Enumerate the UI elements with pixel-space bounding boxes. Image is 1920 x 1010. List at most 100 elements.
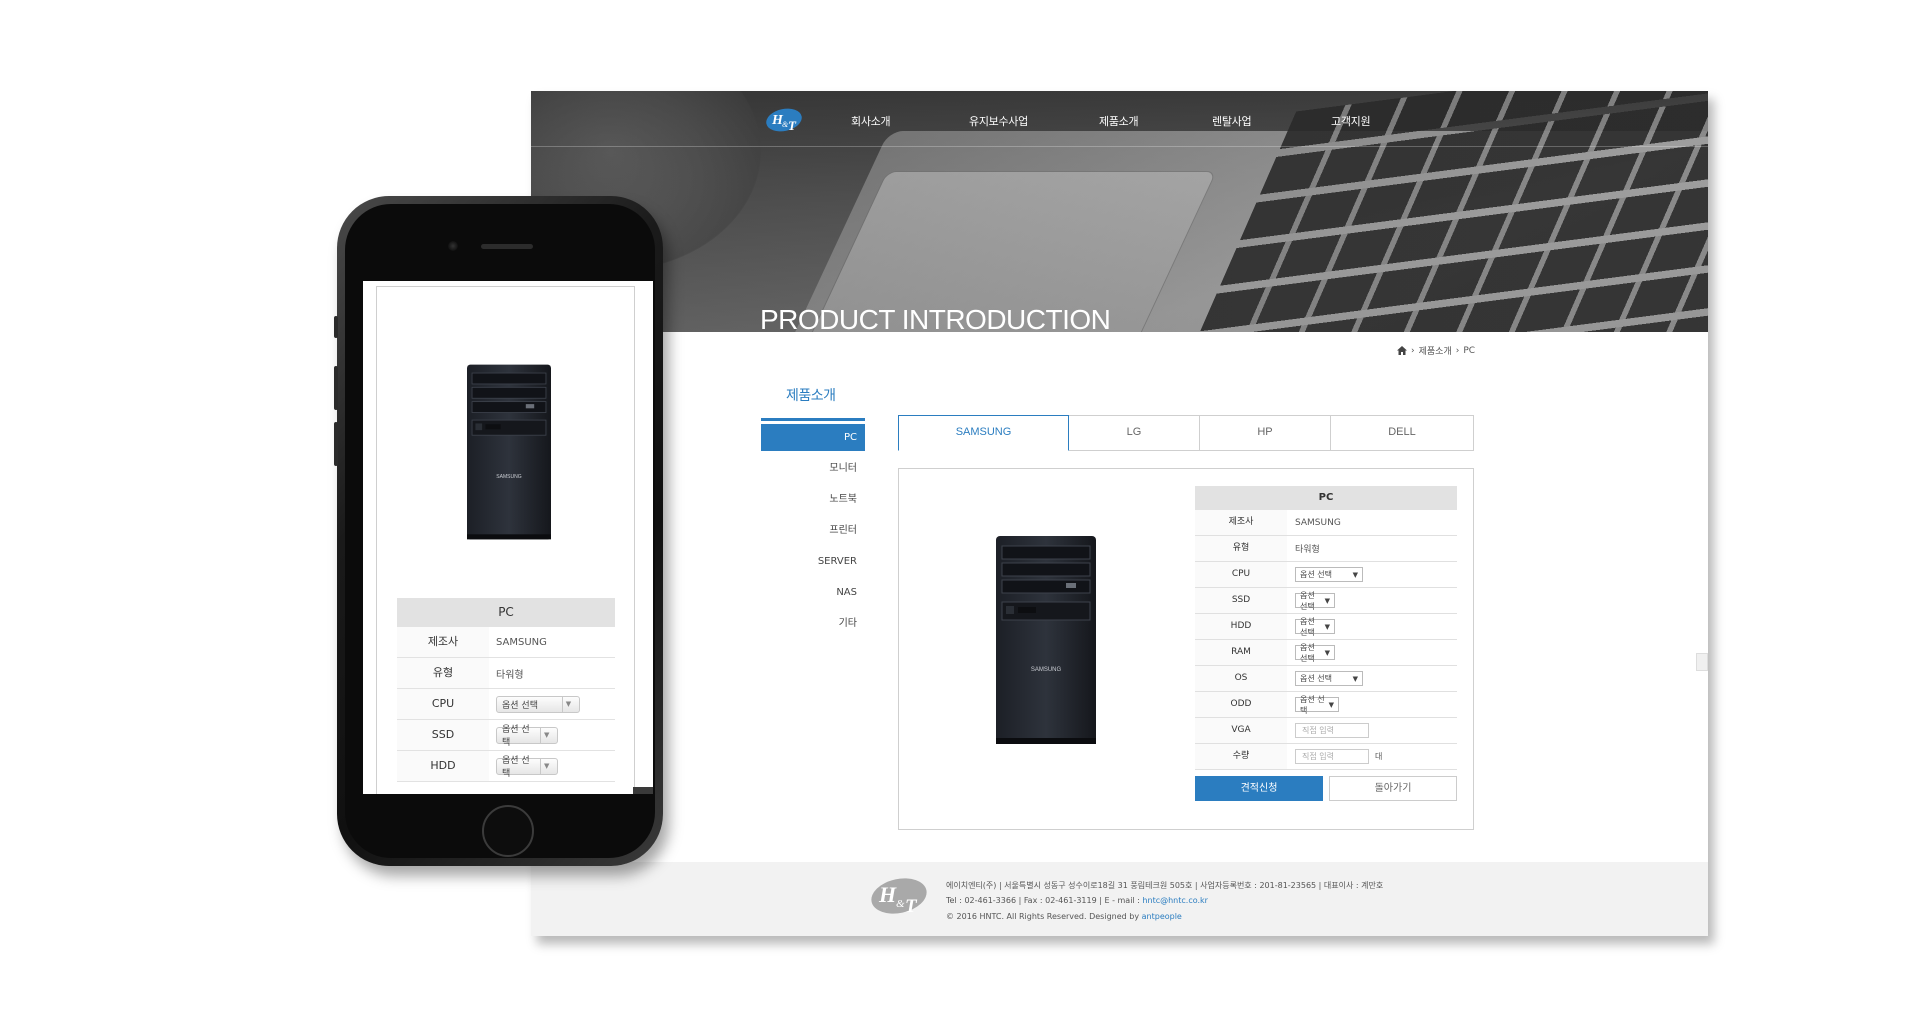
table-row: ODD 옵션 선택 ▼ [1195, 692, 1457, 718]
nav-item-support[interactable]: 고객지원 [1331, 113, 1371, 129]
hero-banner: H & T 회사소개 유지보수사업 제품소개 렌탈사업 고객지원 PRODUCT… [531, 91, 1708, 332]
svg-text:T: T [905, 896, 918, 917]
tab-dell[interactable]: DELL [1331, 415, 1474, 450]
sidebar-menu: PC 모니터 노트북 프린터 SERVER NAS 기타 [761, 424, 865, 641]
table-row: RAM 옵션 선택 ▼ [1195, 640, 1457, 666]
phone-volume-down [334, 422, 338, 466]
phone-spec-table: PC 제조사 SAMSUNG 유형 타워형 CPU 옵션 선택 ▼ SSD 옵션 … [397, 598, 615, 782]
nav-item-company[interactable]: 회사소개 [851, 113, 891, 129]
spec-value: 타워형 [1295, 545, 1320, 555]
spec-table: PC 제조사 SAMSUNG 유형 타워형 CPU 옵션 선택 ▼ SSD 옵션 … [1195, 486, 1457, 770]
sidebar-item-printer[interactable]: 프린터 [761, 517, 865, 548]
table-row: 수량 직접 입력 대 [1195, 744, 1457, 770]
cpu-select[interactable]: 옵션 선택 ▼ [1295, 567, 1363, 582]
spec-label: 유형 [397, 658, 489, 688]
table-row: HDD 옵션 선택 ▼ [397, 751, 615, 782]
breadcrumb-item-current: PC [1463, 345, 1476, 356]
back-button[interactable]: 돌아가기 [1329, 776, 1457, 801]
footer-designer-link[interactable]: antpeople [1142, 912, 1182, 921]
dropdown-arrow-icon: ▼ [1352, 570, 1358, 579]
hdd-select[interactable]: 옵션 선택 ▼ [1295, 617, 1335, 637]
spec-table-title: PC [1195, 486, 1457, 510]
dropdown-arrow-icon: ▼ [540, 727, 552, 743]
table-row: VGA 직접 입력 [1195, 718, 1457, 744]
spec-label: 제조사 [1195, 510, 1287, 535]
spec-label: 제조사 [397, 627, 489, 657]
phone-scroll-handle[interactable] [633, 787, 653, 794]
chevron-right-icon: › [1411, 345, 1415, 356]
ssd-select[interactable]: 옵션 선택 ▼ [1295, 591, 1335, 611]
spec-label: VGA [1195, 718, 1287, 743]
table-row: 유형 타워형 [397, 658, 615, 689]
phone-cpu-select[interactable]: 옵션 선택 ▼ [496, 695, 580, 713]
home-icon[interactable] [1397, 346, 1407, 355]
table-row: SSD 옵션 선택 ▼ [397, 720, 615, 751]
spec-value: SAMSUNG [1295, 517, 1341, 528]
breadcrumb: › 제품소개 › PC [1397, 344, 1475, 357]
product-image: SAMSUNG [996, 536, 1096, 744]
spec-label: CPU [1195, 562, 1287, 587]
nav-item-maintenance[interactable]: 유지보수사업 [969, 113, 1028, 129]
svg-text:H: H [878, 882, 897, 907]
nav-item-products[interactable]: 제품소개 [1099, 113, 1139, 129]
table-row: SSD 옵션 선택 ▼ [1195, 588, 1457, 614]
chevron-right-icon: › [1455, 345, 1460, 356]
breadcrumb-item[interactable]: 제품소개 [1419, 344, 1452, 357]
spec-value: SAMSUNG [496, 636, 547, 648]
desktop-mockup: H & T 회사소개 유지보수사업 제품소개 렌탈사업 고객지원 PRODUCT… [531, 91, 1708, 936]
tab-hp[interactable]: HP [1200, 415, 1331, 450]
dropdown-arrow-icon: ▼ [540, 758, 552, 774]
table-row: CPU 옵션 선택 ▼ [397, 689, 615, 720]
dropdown-arrow-icon: ▼ [1324, 622, 1330, 631]
tab-lg[interactable]: LG [1069, 415, 1200, 450]
sidebar-item-notebook[interactable]: 노트북 [761, 486, 865, 517]
product-panel: SAMSUNG PC 제조사 SAMSUNG 유형 타워형 CPU 옵션 선택 ▼… [898, 468, 1474, 830]
spec-label: CPU [397, 689, 489, 719]
spec-label: SSD [1195, 588, 1287, 613]
logo-hnt[interactable]: H & T [764, 105, 808, 135]
vga-input[interactable]: 직접 입력 [1295, 723, 1369, 738]
sidebar-item-pc[interactable]: PC [761, 424, 865, 451]
quote-request-button[interactable]: 견적신청 [1195, 776, 1323, 801]
phone-camera [448, 241, 458, 251]
spec-label: RAM [1195, 640, 1287, 665]
nav-item-rental[interactable]: 렌탈사업 [1212, 113, 1252, 129]
brand-tabs: SAMSUNG LG HP DELL [898, 415, 1474, 451]
os-select[interactable]: 옵션 선택 ▼ [1295, 671, 1363, 686]
dropdown-arrow-icon: ▼ [1324, 648, 1330, 657]
dropdown-arrow-icon: ▼ [1328, 700, 1334, 709]
phone-spec-title: PC [397, 598, 615, 627]
footer-email-link[interactable]: hntc@hntc.co.kr [1142, 896, 1208, 905]
sidebar-item-etc[interactable]: 기타 [761, 610, 865, 641]
phone-product-brand-label: SAMSUNG [496, 474, 522, 480]
table-row: 유형 타워형 [1195, 536, 1457, 562]
tab-samsung[interactable]: SAMSUNG [898, 415, 1069, 451]
odd-select[interactable]: 옵션 선택 ▼ [1295, 695, 1339, 715]
spec-label: 수량 [1195, 744, 1287, 769]
svg-text:&: & [896, 898, 905, 910]
phone-product-image: SAMSUNG [467, 364, 551, 540]
spec-label: 유형 [1195, 536, 1287, 561]
phone-volume-up [334, 366, 338, 410]
svg-text:T: T [788, 118, 797, 133]
quantity-input[interactable]: 직접 입력 [1295, 749, 1369, 764]
spec-label: OS [1195, 666, 1287, 691]
table-row: OS 옵션 선택 ▼ [1195, 666, 1457, 692]
spec-label: HDD [1195, 614, 1287, 639]
phone-ssd-select[interactable]: 옵션 선택 ▼ [496, 725, 558, 748]
ram-select[interactable]: 옵션 선택 ▼ [1295, 643, 1335, 663]
product-brand-label: SAMSUNG [1031, 667, 1062, 673]
sidebar-item-nas[interactable]: NAS [761, 579, 865, 610]
table-row: 제조사 SAMSUNG [397, 627, 615, 658]
phone-home-button[interactable] [482, 805, 534, 857]
dropdown-arrow-icon: ▼ [1324, 596, 1330, 605]
sidebar-item-server[interactable]: SERVER [761, 548, 865, 579]
phone-hdd-select[interactable]: 옵션 선택 ▼ [496, 756, 558, 779]
sidebar-item-monitor[interactable]: 모니터 [761, 455, 865, 486]
scroll-handle[interactable] [1696, 653, 1708, 671]
footer-contact: Tel : 02-461-3366 | Fax : 02-461-3119 | … [946, 896, 1208, 905]
phone-speaker [481, 244, 533, 249]
phone-mute-switch [334, 316, 338, 338]
table-row: HDD 옵션 선택 ▼ [1195, 614, 1457, 640]
spec-label: ODD [1195, 692, 1287, 717]
